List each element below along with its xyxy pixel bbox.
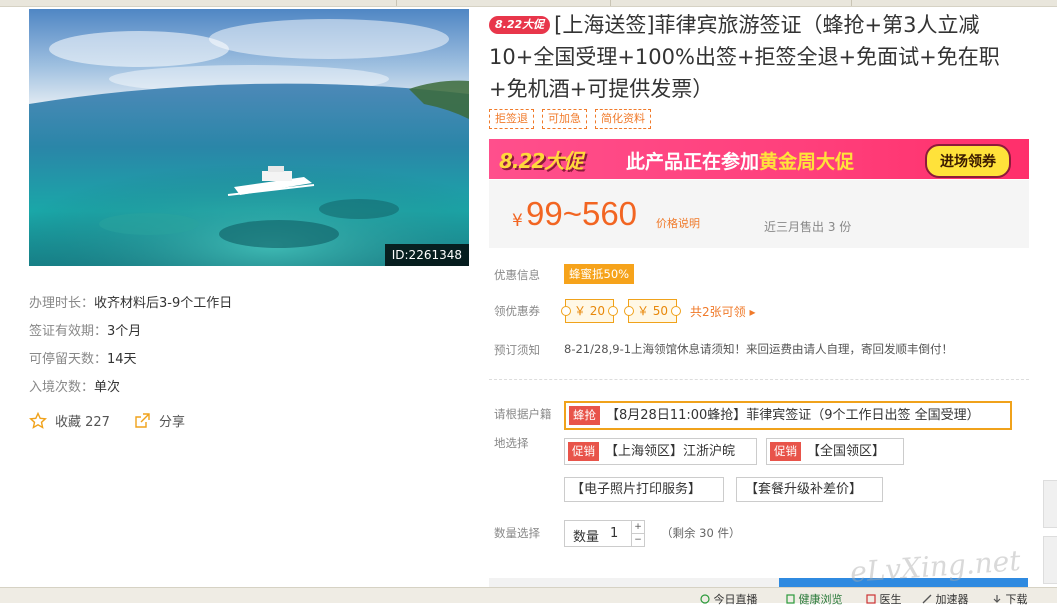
coupon-50[interactable]: ￥ 50: [624, 299, 681, 323]
banner-text: 此产品正在参加黄金周大促: [626, 147, 854, 174]
doctor-icon: [866, 594, 876, 604]
rocket-icon: [922, 594, 932, 604]
info-row-stay: 可停留天数：14天: [29, 348, 137, 367]
photo-id-label: ID:2261348: [384, 244, 469, 266]
quantity-value[interactable]: 1: [610, 526, 618, 541]
option-tag: 蜂抢: [569, 406, 600, 425]
share-button[interactable]: 分享: [134, 411, 185, 430]
tag-refund: 拒签退: [489, 109, 534, 129]
banner-text-prefix: 此产品正在参加: [626, 151, 760, 173]
info-row-duration: 办理时长：收齐材料后3-9个工作日: [29, 292, 232, 311]
more-coupons-link[interactable]: 共2张可领 ▸: [690, 303, 755, 320]
option-flash-sale[interactable]: 蜂抢 【8月28日11:00蜂抢】菲律宾签证（9个工作日出签 全国受理）: [564, 401, 1012, 430]
discount-badge: 蜂蜜抵50%: [564, 264, 635, 284]
option-text: 【全国领区】: [807, 444, 886, 459]
price-box: ¥ 99~560 价格说明 近三月售出 3 份: [489, 180, 1029, 248]
status-download-label: 下载: [1005, 593, 1028, 606]
option-label-line1: 请根据户籍: [494, 407, 552, 421]
info-label: 入境次数：: [29, 380, 95, 395]
currency-symbol: ¥: [512, 211, 523, 231]
get-coupon-button[interactable]: 进场领券: [925, 144, 1011, 178]
status-health-label: 健康浏览: [798, 593, 843, 606]
info-label: 可停留天数：: [29, 352, 108, 367]
info-row-entries: 入境次数：单次: [29, 376, 120, 395]
quantity-stepper[interactable]: 数量 1 + −: [564, 520, 645, 547]
quantity-field-label: 数量: [573, 530, 600, 545]
info-label: 签证有效期：: [29, 324, 108, 339]
info-value: 3个月: [107, 324, 142, 339]
option-tag: 促销: [568, 442, 599, 461]
option-label-line2: 地选择: [494, 436, 529, 450]
tag-simplified: 简化资料: [595, 109, 651, 129]
option-national-district[interactable]: 促销 【全国领区】: [766, 438, 904, 465]
side-float-tab[interactable]: [1043, 536, 1057, 584]
banner-text-highlight: 黄金周大促: [759, 151, 855, 173]
tab-edge: [396, 0, 397, 6]
share-icon: [135, 413, 150, 428]
status-live-item[interactable]: 今日直播: [700, 591, 758, 607]
browser-status-bar: 今日直播 健康浏览 医生 加速器 下载: [0, 587, 1057, 606]
product-title: 8.22大促 [上海送签]菲律宾旅游签证（蜂抢+第3人立减10+全国受理+100%…: [489, 9, 1019, 105]
notice-text: 8-21/28,9-1上海领馆休息请须知！来回运费由请人自理，寄回发顺丰倒付！: [564, 342, 954, 356]
promo-banner[interactable]: 8.22大促 此产品正在参加黄金周大促 进场领券: [489, 139, 1029, 179]
remaining-stock: （剩余 30 件）: [661, 526, 741, 540]
banner-logo: 8.22大促: [499, 149, 583, 173]
info-row-validity: 签证有效期：3个月: [29, 320, 141, 339]
sea-boat-image: [29, 9, 469, 266]
info-label: 办理时长：: [29, 296, 95, 311]
tag-express: 可加急: [542, 109, 587, 129]
browser-top-strip: [0, 0, 1057, 7]
side-float-tab[interactable]: [1043, 480, 1057, 528]
option-text: 【套餐升级补差价】: [745, 482, 863, 497]
info-value: 收齐材料后3-9个工作日: [94, 296, 233, 311]
tab-edge: [610, 0, 611, 6]
status-live-label: 今日直播: [713, 593, 758, 606]
option-tag: 促销: [770, 442, 801, 461]
promo-badge: 8.22大促: [489, 16, 551, 34]
status-accelerator-item[interactable]: 加速器: [922, 591, 969, 607]
discount-label: 优惠信息: [494, 268, 540, 282]
sold-count: 近三月售出 3 份: [764, 220, 852, 234]
status-health-item[interactable]: 健康浏览: [786, 591, 843, 607]
status-accelerator-label: 加速器: [935, 593, 969, 606]
shield-icon: [786, 594, 795, 604]
product-actions: 收藏 227 分享: [29, 411, 209, 430]
info-value: 14天: [107, 352, 137, 367]
product-photo[interactable]: ID:2261348: [29, 9, 469, 266]
quantity-label: 数量选择: [494, 526, 540, 540]
tab-edge: [851, 0, 852, 6]
option-text: 【电子照片打印服务】: [571, 482, 702, 497]
title-text: [上海送签]菲律宾旅游签证（蜂抢+第3人立减10+全国受理+100%出签+拒签全…: [489, 13, 1000, 101]
quantity-plus-button[interactable]: +: [631, 521, 644, 533]
coupon-20[interactable]: ￥ 20: [561, 299, 618, 323]
favorite-button[interactable]: 收藏 227: [29, 411, 110, 430]
status-download-item[interactable]: 下载: [992, 591, 1028, 607]
option-photo-print[interactable]: 【电子照片打印服务】: [564, 477, 724, 502]
download-icon: [993, 595, 1001, 603]
option-shanghai-district[interactable]: 促销 【上海领区】江浙沪皖: [564, 438, 757, 465]
option-text: 【8月28日11:00蜂抢】菲律宾签证（9个工作日出签 全国受理）: [606, 408, 980, 423]
info-value: 单次: [94, 380, 121, 395]
play-icon: [700, 594, 710, 604]
option-upgrade[interactable]: 【套餐升级补差价】: [736, 477, 883, 502]
option-text: 【上海领区】江浙沪皖: [605, 444, 736, 459]
quantity-minus-button[interactable]: −: [631, 533, 644, 546]
price-range: 99~560: [526, 195, 638, 232]
status-doctor-label: 医生: [879, 593, 902, 606]
favorite-label: 收藏 227: [55, 415, 110, 430]
notice-label: 预订须知: [494, 343, 540, 357]
share-label: 分享: [158, 415, 185, 430]
product-tags: 拒签退 可加急 简化资料: [489, 109, 659, 129]
star-icon: [29, 411, 47, 429]
coupon-label: 领优惠券: [494, 304, 540, 318]
price-note-link[interactable]: 价格说明: [656, 215, 700, 231]
status-doctor-item[interactable]: 医生: [866, 591, 902, 607]
divider: [489, 379, 1029, 380]
